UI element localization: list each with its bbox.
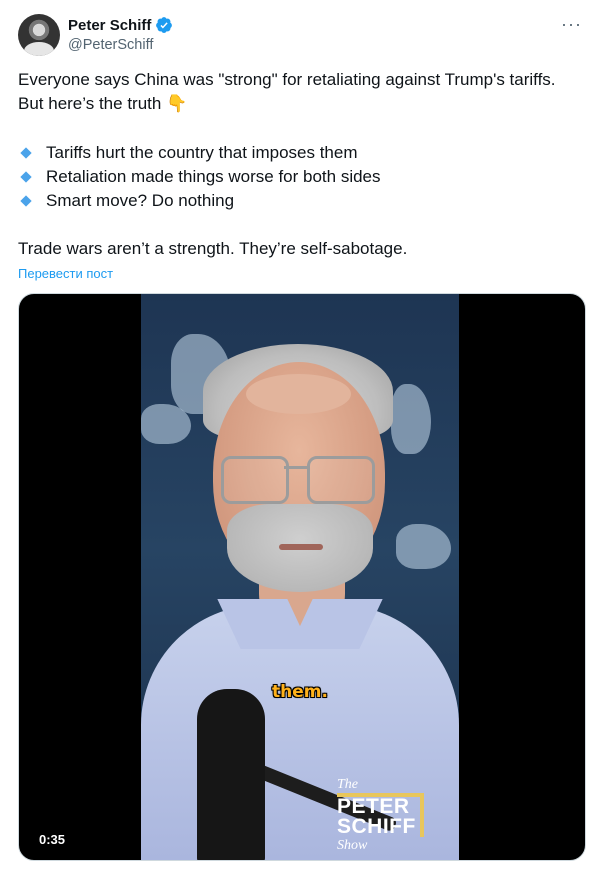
video-duration-badge: 0:35 — [31, 829, 74, 850]
author-name-row: Peter Schiff — [68, 16, 173, 34]
post-bullet-list: Tariffs hurt the country that imposes th… — [18, 141, 381, 213]
logo-show: Show — [337, 838, 368, 853]
author-avatar[interactable] — [18, 14, 60, 56]
intro-line-2: But here’s the truth 👇 — [18, 94, 188, 113]
bullet-text: Tariffs hurt the country that imposes th… — [46, 143, 358, 162]
translate-post-link[interactable]: Перевести пост — [18, 266, 113, 281]
post-text-closing: Trade wars aren’t a strength. They’re se… — [18, 239, 408, 258]
list-item: Smart move? Do nothing — [18, 189, 381, 213]
post-text-intro: Everyone says China was "strong" for ret… — [18, 68, 556, 116]
microphone — [197, 689, 265, 860]
video-frame[interactable]: them. The PETER SCHIFF Show — [141, 294, 459, 860]
more-options-icon[interactable]: ··· — [561, 14, 582, 35]
video-caption: them. — [272, 682, 328, 702]
logo-main: PETER SCHIFF — [337, 793, 424, 837]
logo-line-2: SCHIFF — [337, 815, 416, 838]
bullet-text: Smart move? Do nothing — [46, 191, 235, 210]
diamond-bullet-icon — [20, 147, 32, 159]
verified-badge-icon — [156, 17, 173, 33]
author-handle[interactable]: @PeterSchiff — [68, 37, 153, 53]
author-name[interactable]: Peter Schiff — [68, 17, 151, 34]
diamond-bullet-icon — [20, 171, 32, 183]
show-logo: The PETER SCHIFF Show — [337, 777, 447, 854]
logo-the: The — [337, 777, 358, 792]
list-item: Retaliation made things worse for both s… — [18, 165, 381, 189]
bullet-text: Retaliation made things worse for both s… — [46, 167, 381, 186]
video-player[interactable]: them. The PETER SCHIFF Show 0:35 — [18, 293, 586, 861]
intro-line-1: Everyone says China was "strong" for ret… — [18, 70, 556, 89]
list-item: Tariffs hurt the country that imposes th… — [18, 141, 381, 165]
logo-line-1: PETER — [337, 795, 410, 818]
diamond-bullet-icon — [20, 195, 32, 207]
